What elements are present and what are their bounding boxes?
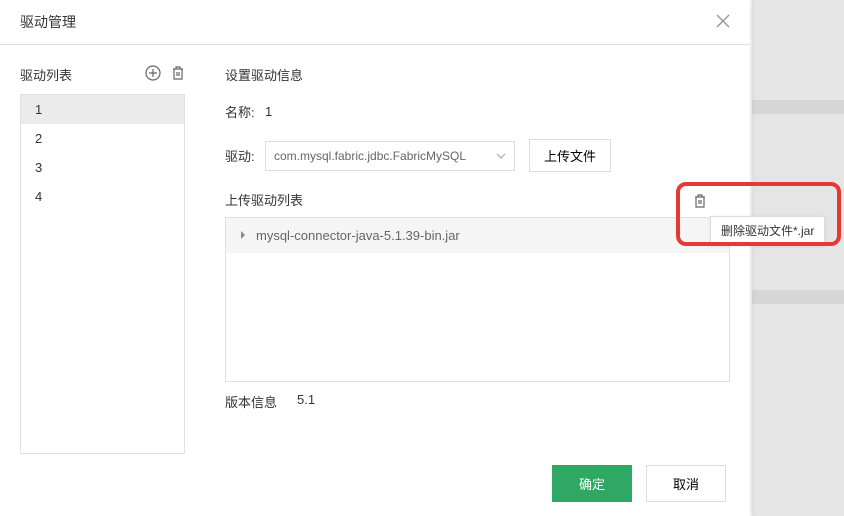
bg-separator [752,290,844,304]
driver-select-value: com.mysql.fabric.jdbc.FabricMySQL [274,149,466,163]
drive-item-4[interactable]: 4 [21,182,184,211]
upload-file-button[interactable]: 上传文件 [529,139,611,172]
chevron-down-icon [496,153,506,159]
driver-select[interactable]: com.mysql.fabric.jdbc.FabricMySQL [265,141,515,171]
background-panel [752,0,844,516]
version-row: 版本信息 5.1 [225,392,730,411]
dialog-footer: 确定 取消 [552,465,726,502]
upload-list-header: 上传驱动列表 [225,190,730,209]
driver-label: 驱动: [225,146,265,165]
name-row: 名称: 1 [225,102,730,121]
driver-management-dialog: 驱动管理 驱动列表 1 2 3 4 [0,0,750,516]
cancel-button[interactable]: 取消 [646,465,726,502]
dialog-body: 驱动列表 1 2 3 4 设置驱动信息 名称: [0,45,750,465]
caret-right-icon [240,228,246,243]
settings-title: 设置驱动信息 [225,65,730,84]
close-icon[interactable] [716,13,730,31]
right-panel: 设置驱动信息 名称: 1 驱动: com.mysql.fabric.jdbc.F… [225,65,730,445]
add-icon[interactable] [145,65,161,84]
name-label: 名称: [225,102,265,121]
upload-file-list: mysql-connector-java-5.1.39-bin.jar [225,217,730,382]
delete-file-trash-icon[interactable] [693,193,707,212]
dialog-title: 驱动管理 [20,12,76,32]
upload-list-title: 上传驱动列表 [225,190,303,209]
drive-item-2[interactable]: 2 [21,124,184,153]
file-name: mysql-connector-java-5.1.39-bin.jar [256,228,460,243]
confirm-button[interactable]: 确定 [552,465,632,502]
name-value: 1 [265,104,272,119]
bg-separator [752,100,844,114]
left-panel: 驱动列表 1 2 3 4 [20,65,185,445]
version-label: 版本信息 [225,392,277,411]
version-value: 5.1 [297,392,315,411]
list-icons [145,65,185,84]
delete-tooltip: 删除驱动文件*.jar [710,216,825,245]
trash-icon[interactable] [171,65,185,84]
drive-list-header: 驱动列表 [20,65,185,84]
drive-list-title: 驱动列表 [20,65,72,84]
driver-row: 驱动: com.mysql.fabric.jdbc.FabricMySQL 上传… [225,139,730,172]
dialog-header: 驱动管理 [0,0,750,45]
drive-list: 1 2 3 4 [20,94,185,454]
file-row[interactable]: mysql-connector-java-5.1.39-bin.jar [226,218,729,253]
drive-item-3[interactable]: 3 [21,153,184,182]
drive-item-1[interactable]: 1 [21,95,184,124]
